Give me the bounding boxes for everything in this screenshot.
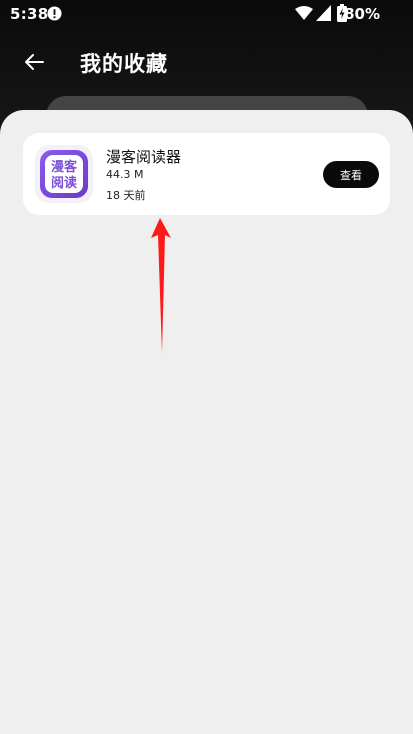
status-time: 5:38 (10, 5, 49, 23)
app-size: 44.3 M (106, 168, 144, 181)
svg-text:漫客: 漫客 (51, 159, 78, 175)
red-arrow-annotation (151, 218, 171, 353)
app-name: 漫客阅读器 (106, 148, 182, 166)
favorited-time: 18 天前 (106, 189, 146, 202)
app-header: 我的收藏 (0, 40, 413, 86)
alert-circle-icon (47, 6, 62, 21)
manke-reader-logo: 漫客 阅读 (40, 150, 88, 198)
favorite-item[interactable]: 漫客 阅读 漫客阅读器 44.3 M 18 天前 查看 (23, 133, 390, 215)
status-bar: 5:38 80% (0, 0, 413, 28)
back-button[interactable] (16, 46, 52, 78)
arrow-left-icon (25, 54, 44, 70)
wifi-icon (295, 6, 313, 20)
view-button[interactable]: 查看 (323, 161, 379, 188)
battery-percentage: 80% (344, 5, 380, 23)
page-title: 我的收藏 (80, 52, 168, 76)
signal-icon (316, 5, 331, 21)
svg-text:阅读: 阅读 (51, 175, 77, 191)
app-icon: 漫客 阅读 (35, 145, 93, 203)
